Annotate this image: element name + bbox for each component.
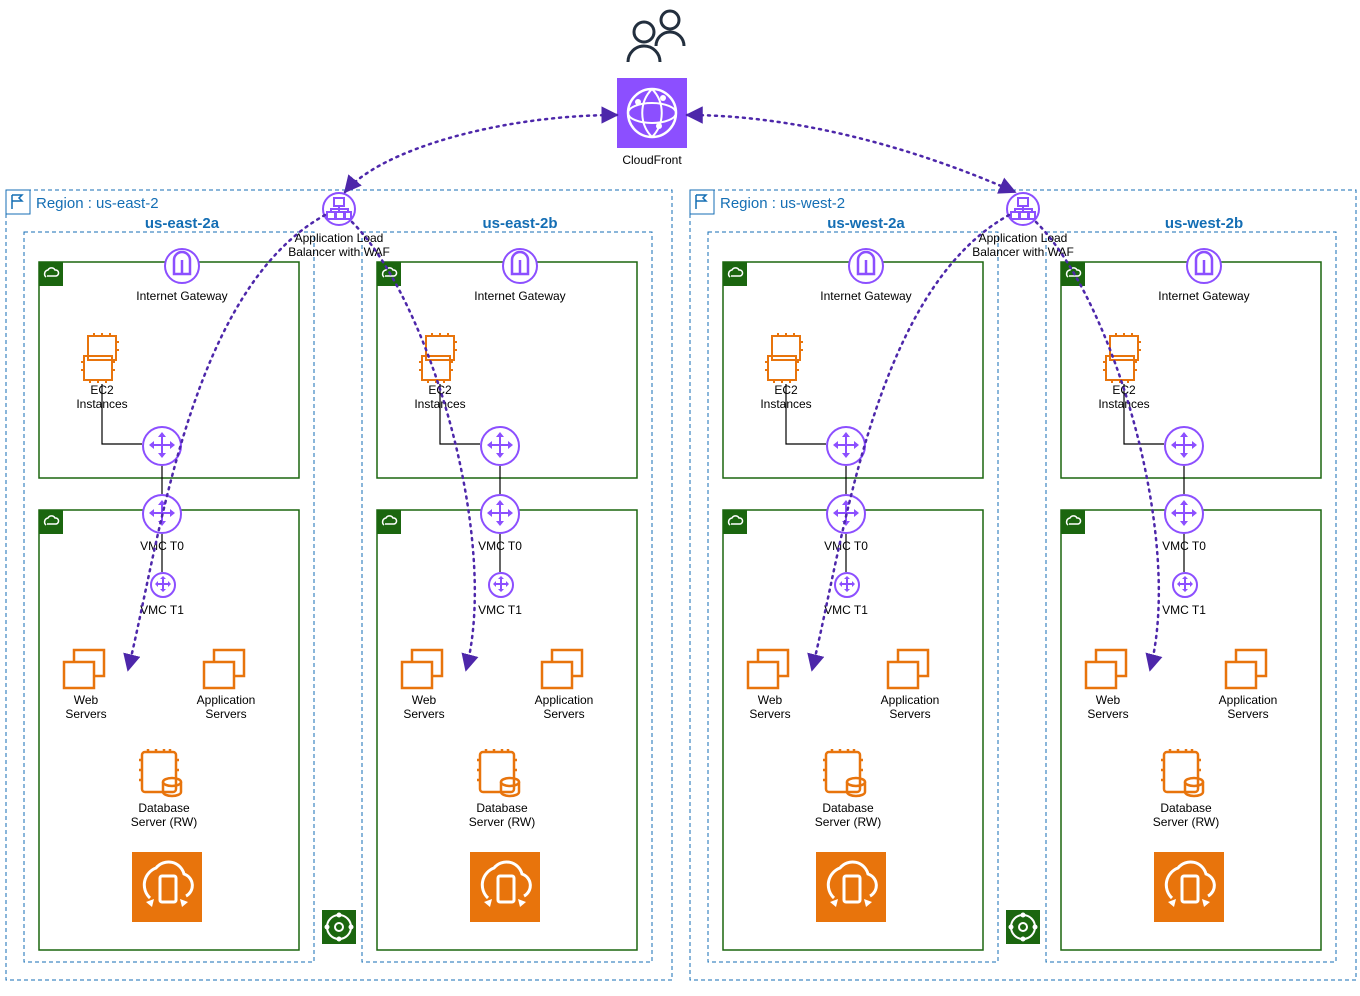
- svg-text:Servers: Servers: [403, 707, 444, 721]
- igw-label: Internet Gateway: [136, 289, 227, 303]
- svg-text:VPC-1: VPC-1: [1090, 268, 1126, 282]
- svg-text:Database: Database: [138, 801, 190, 815]
- svg-text:Servers: Servers: [889, 707, 930, 721]
- svg-text:VMC T0: VMC T0: [824, 539, 868, 553]
- svg-text:Balancer with WAF: Balancer with WAF: [972, 245, 1074, 259]
- svg-text:Servers: Servers: [65, 707, 106, 721]
- svg-text:Servers: Servers: [1087, 707, 1128, 721]
- alb-icon: [1007, 193, 1039, 225]
- svg-text:VMC T1: VMC T1: [1162, 603, 1206, 617]
- svg-text:Application: Application: [881, 693, 940, 707]
- flow-cloudfront-alb-right: [687, 115, 1015, 192]
- svg-text:VMC SDDC: VMC SDDC: [1090, 516, 1154, 530]
- svg-text:Servers: Servers: [1227, 707, 1268, 721]
- cloudfront-label: CloudFront: [622, 153, 682, 167]
- flow-cloudfront-alb-left: [345, 115, 617, 192]
- svg-text:Server (RW): Server (RW): [469, 815, 535, 829]
- svg-text:us-west-2b: us-west-2b: [1165, 215, 1243, 232]
- svg-text:Application: Application: [1219, 693, 1278, 707]
- svg-text:VMC SDDC: VMC SDDC: [752, 516, 816, 530]
- svg-text:VPC-1: VPC-1: [406, 268, 442, 282]
- svg-text:Application: Application: [197, 693, 256, 707]
- svg-text:VMC T0: VMC T0: [478, 539, 522, 553]
- svg-text:Servers: Servers: [543, 707, 584, 721]
- svg-text:Server (RW): Server (RW): [815, 815, 881, 829]
- alb-icon: [323, 193, 355, 225]
- region-us-east-2: Region : us-east-2 us-east-2a VPC-1 Inte…: [6, 190, 672, 980]
- svg-text:Balancer with WAF: Balancer with WAF: [288, 245, 390, 259]
- svg-text:EC2: EC2: [774, 383, 798, 397]
- svg-text:Application: Application: [535, 693, 594, 707]
- az-label: us-east-2b: [482, 215, 557, 232]
- svg-text:Instances: Instances: [1098, 397, 1149, 411]
- svg-text:Instances: Instances: [414, 397, 465, 411]
- svg-text:EC2: EC2: [90, 383, 114, 397]
- svg-text:Web: Web: [1096, 693, 1121, 707]
- svg-text:VMC T1: VMC T1: [140, 603, 184, 617]
- svg-text:Instances: Instances: [760, 397, 811, 411]
- users-icon: [628, 11, 684, 62]
- vpc-top-label: VPC-1: [68, 268, 104, 282]
- region-us-west-2: Region : us-west-2 us-west-2a VPC-1 Inte…: [690, 190, 1356, 980]
- svg-text:us-west-2a: us-west-2a: [827, 215, 905, 232]
- svg-text:Database: Database: [822, 801, 874, 815]
- svg-text:Server (RW): Server (RW): [131, 815, 197, 829]
- svg-text:VMC T1: VMC T1: [478, 603, 522, 617]
- svg-text:Database: Database: [1160, 801, 1212, 815]
- svg-text:VPC-1: VPC-1: [752, 268, 788, 282]
- svg-text:Servers: Servers: [205, 707, 246, 721]
- svg-text:VMC T0: VMC T0: [1162, 539, 1206, 553]
- az-label: us-east-2a: [145, 215, 220, 232]
- svg-text:Web: Web: [412, 693, 437, 707]
- flow-alb-web-az2b: [1036, 222, 1159, 670]
- svg-text:Web: Web: [74, 693, 99, 707]
- transit-gateway-icon: [1006, 910, 1040, 944]
- svg-text:Database: Database: [476, 801, 528, 815]
- vpc-bot-label: VMC SDDC: [68, 516, 132, 530]
- svg-text:Instances: Instances: [76, 397, 127, 411]
- svg-text:Servers: Servers: [749, 707, 790, 721]
- svg-text:Internet Gateway: Internet Gateway: [474, 289, 565, 303]
- svg-text:Internet Gateway: Internet Gateway: [1158, 289, 1249, 303]
- region-label: Region : us-west-2: [720, 195, 845, 212]
- flow-alb-web-az1b: [352, 222, 475, 670]
- svg-text:VMC T1: VMC T1: [824, 603, 868, 617]
- svg-text:Server (RW): Server (RW): [1153, 815, 1219, 829]
- transit-gateway-icon: [322, 910, 356, 944]
- svg-text:Web: Web: [758, 693, 783, 707]
- svg-text:VMC SDDC: VMC SDDC: [406, 516, 470, 530]
- region-label: Region : us-east-2: [36, 195, 159, 212]
- svg-text:Internet Gateway: Internet Gateway: [820, 289, 911, 303]
- cloudfront-icon: [617, 78, 687, 148]
- svg-text:VMC T0: VMC T0: [140, 539, 184, 553]
